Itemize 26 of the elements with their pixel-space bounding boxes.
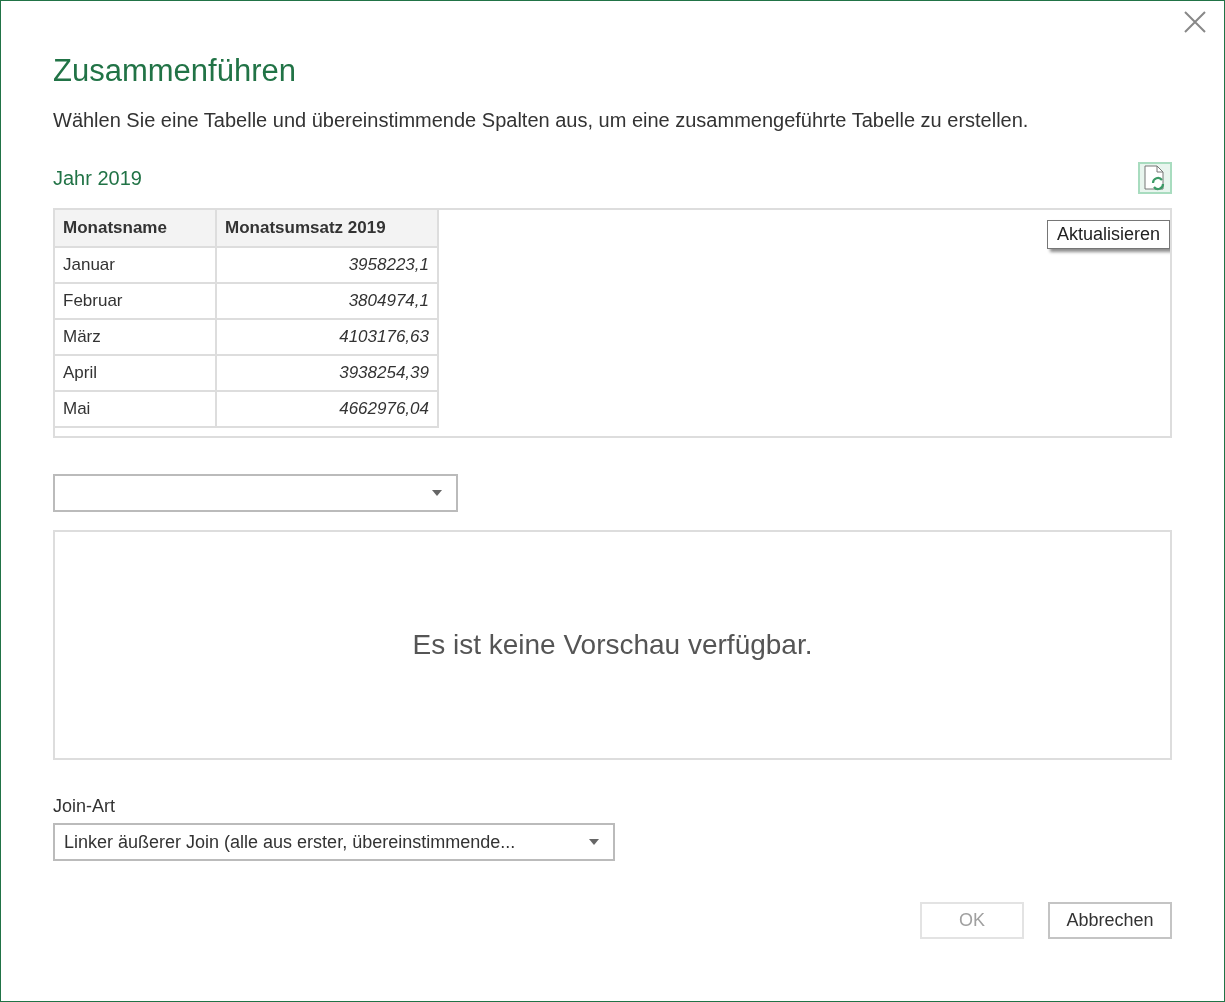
dialog-title: Zusammenführen <box>53 53 296 89</box>
table-cell: März <box>55 319 216 355</box>
column-header: Monatsname <box>55 210 216 247</box>
join-label: Join-Art <box>53 796 115 817</box>
table-cell: Januar <box>55 247 216 283</box>
close-icon <box>1184 11 1206 33</box>
tooltip: Aktualisieren <box>1046 220 1170 249</box>
table-cell: 4662976,04 <box>216 391 438 427</box>
caret-icon <box>432 490 442 496</box>
table-cell: 3958223,1 <box>216 247 438 283</box>
table-dropdown[interactable] <box>53 474 458 512</box>
table-cell: April <box>55 355 216 391</box>
document-refresh-icon <box>1144 165 1166 191</box>
join-dropdown[interactable]: Linker äußerer Join (alle aus erster, übereinstimmende... <box>53 823 615 861</box>
table-title: Jahr 2019 <box>53 166 142 190</box>
table-cell: Februar <box>55 283 216 319</box>
empty-message: Es ist keine Vorschau verfügbar. <box>412 629 813 661</box>
dialog-description: Wählen Sie eine Tabelle und übereinstimmende Spalten aus, um eine zusammengeführte Tabelle zu erstellen. <box>53 109 1029 132</box>
table-cell: 3938254,39 <box>216 355 438 391</box>
column-header: Monatsumsatz 2019 <box>216 210 438 247</box>
table-cell: 4103176,63 <box>216 319 438 355</box>
table-cell: 3804974,1 <box>216 283 438 319</box>
refresh-button[interactable] <box>1138 162 1172 194</box>
dialog-button[interactable]: Abbrechen <box>1048 902 1172 939</box>
table-cell: Mai <box>55 391 216 427</box>
caret-icon <box>589 839 599 845</box>
